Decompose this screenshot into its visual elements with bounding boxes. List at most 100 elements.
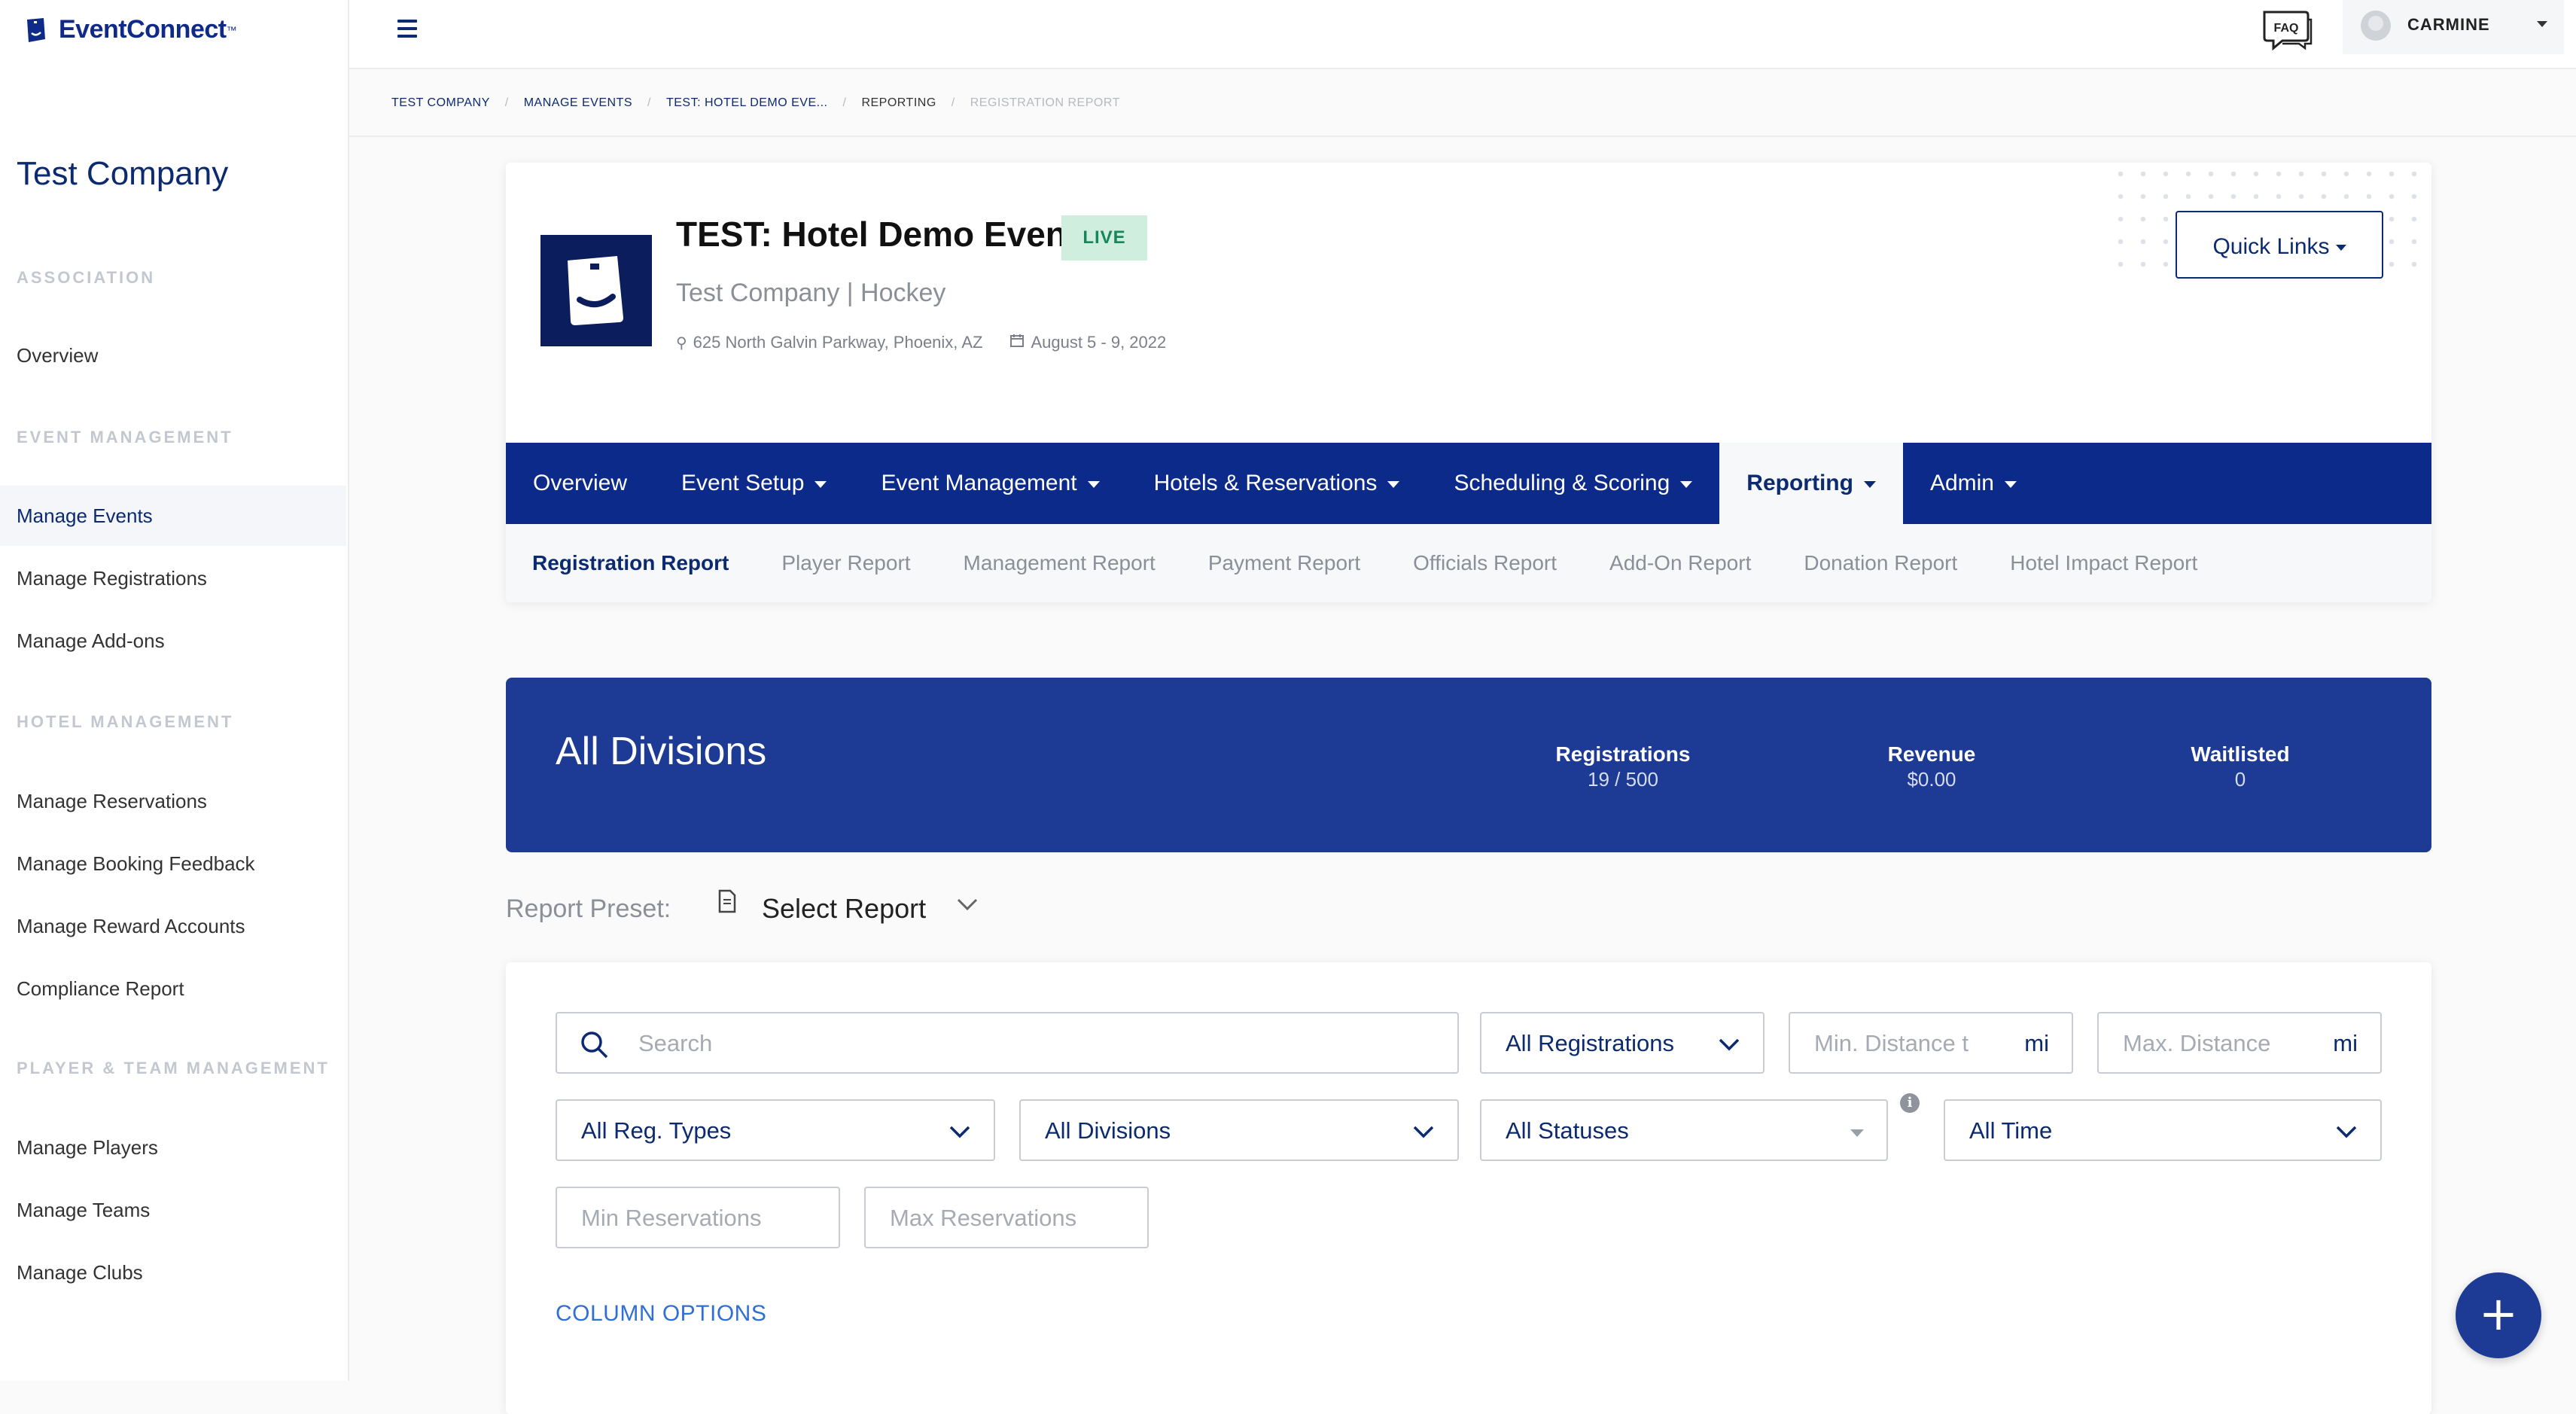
subtab-payment-report[interactable]: Payment Report xyxy=(1182,524,1387,602)
breadcrumb-separator: / xyxy=(647,96,651,109)
tab-event-setup[interactable]: Event Setup xyxy=(654,443,854,524)
sidebar-item-compliance-report[interactable]: Compliance Report xyxy=(0,958,346,1019)
stat-waitlisted: Waitlisted 0 xyxy=(2127,742,2353,791)
tab-label: Reporting xyxy=(1746,471,1853,495)
select-value: All Reg. Types xyxy=(581,1117,732,1144)
subtab-management-report[interactable]: Management Report xyxy=(937,524,1182,602)
stat-value: 0 xyxy=(2234,768,2246,791)
stat-label: Waitlisted xyxy=(2191,742,2290,766)
caret-down-icon xyxy=(1680,480,1693,488)
tab-label: Event Setup xyxy=(681,471,805,495)
caret-down-icon xyxy=(1087,480,1100,488)
event-meta: ⚲ 625 North Galvin Parkway, Phoenix, AZ … xyxy=(676,333,1166,352)
sidebar-item-manage-reservations[interactable]: Manage Reservations xyxy=(0,771,346,831)
caret-down-icon xyxy=(2005,480,2017,488)
distance-unit: mi xyxy=(2333,1030,2358,1056)
registrations-select[interactable]: All Registrations xyxy=(1480,1012,1765,1074)
breadcrumb-manage-events[interactable]: MANAGE EVENTS xyxy=(524,96,632,110)
document-icon xyxy=(718,889,736,913)
breadcrumb-reporting[interactable]: REPORTING xyxy=(861,96,936,110)
sidebar-item-manage-add-ons[interactable]: Manage Add-ons xyxy=(0,611,346,671)
input-placeholder: Max Reservations xyxy=(890,1205,1077,1231)
breadcrumb-test-company[interactable]: TEST COMPANY xyxy=(391,96,490,110)
filters-card: Search All Registrations Min. Distance t… xyxy=(506,962,2431,1414)
tab-admin[interactable]: Admin xyxy=(1903,443,2044,524)
caret-down-icon xyxy=(2335,245,2346,251)
tab-event-management[interactable]: Event Management xyxy=(854,443,1126,524)
avatar xyxy=(2361,11,2391,41)
input-placeholder: Min Reservations xyxy=(581,1205,762,1231)
distance-unit: mi xyxy=(2024,1030,2049,1056)
select-value: All Statuses xyxy=(1506,1117,1629,1144)
faq-icon[interactable]: FAQ xyxy=(2260,8,2314,51)
column-options-link[interactable]: COLUMN OPTIONS xyxy=(556,1301,766,1327)
select-value: All Registrations xyxy=(1506,1030,1674,1056)
divisions-select[interactable]: All Divisions xyxy=(1019,1099,1459,1161)
tab-scheduling-scoring[interactable]: Scheduling & Scoring xyxy=(1427,443,1719,524)
reg-types-select[interactable]: All Reg. Types xyxy=(556,1099,995,1161)
faq-label: FAQ xyxy=(2274,22,2299,35)
calendar-icon xyxy=(1009,333,1025,352)
input-placeholder: Max. Distance xyxy=(2123,1030,2271,1056)
max-reservations-input[interactable]: Max Reservations xyxy=(864,1187,1149,1248)
chevron-down-icon xyxy=(2336,1126,2357,1138)
section-event-management: EVENT MANAGEMENT xyxy=(17,428,233,446)
max-distance-input[interactable]: Max. Distance mi xyxy=(2097,1012,2382,1074)
event-header-card: TEST: Hotel Demo Event LIVE Test Company… xyxy=(506,163,2431,602)
chevron-down-icon[interactable] xyxy=(956,896,979,913)
min-distance-input[interactable]: Min. Distance t mi xyxy=(1789,1012,2073,1074)
subtab-player-report[interactable]: Player Report xyxy=(755,524,936,602)
sidebar-item-manage-teams[interactable]: Manage Teams xyxy=(0,1180,346,1240)
user-menu[interactable]: CARMINE xyxy=(2343,0,2564,54)
status-badge: LIVE xyxy=(1061,215,1147,261)
sidebar-item-manage-clubs[interactable]: Manage Clubs xyxy=(0,1242,346,1303)
stat-value: 19 / 500 xyxy=(1588,768,1658,791)
tab-label: Admin xyxy=(1929,471,1994,495)
tab-label: Overview xyxy=(533,471,628,495)
company-name: Test Company xyxy=(17,155,229,192)
tab-label: Hotels & Reservations xyxy=(1153,471,1378,495)
info-icon[interactable]: i xyxy=(1900,1093,1920,1113)
chevron-down-icon xyxy=(1413,1126,1434,1138)
caret-down-icon xyxy=(1850,1129,1864,1137)
sidebar-item-overview[interactable]: Overview xyxy=(0,325,346,385)
tab-label: Event Management xyxy=(881,471,1077,495)
section-association: ASSOCIATION xyxy=(17,268,156,287)
statuses-select[interactable]: All Statuses xyxy=(1480,1099,1888,1161)
sidebar-item-manage-events[interactable]: Manage Events xyxy=(0,486,346,546)
chevron-down-icon xyxy=(949,1126,970,1138)
hamburger-menu-icon[interactable] xyxy=(397,20,417,42)
brand-logo[interactable]: EventConnect ™ xyxy=(24,15,237,44)
tab-reporting[interactable]: Reporting xyxy=(1719,443,1903,524)
user-name: CARMINE xyxy=(2407,15,2490,34)
search-input[interactable]: Search xyxy=(556,1012,1459,1074)
sidebar-item-manage-booking-feedback[interactable]: Manage Booking Feedback xyxy=(0,833,346,894)
subtab-donation-report[interactable]: Donation Report xyxy=(1777,524,1984,602)
caret-down-icon xyxy=(1387,480,1400,488)
caret-down-icon xyxy=(1863,480,1876,488)
breadcrumb: TEST COMPANY / MANAGE EVENTS / TEST: HOT… xyxy=(349,69,2576,137)
sidebar: EventConnect ™ Test Company ASSOCIATION O… xyxy=(0,0,349,1381)
chevron-down-icon xyxy=(1719,1038,1740,1051)
add-fab-button[interactable]: + xyxy=(2456,1272,2541,1358)
tab-hotels-reservations[interactable]: Hotels & Reservations xyxy=(1127,443,1427,524)
sidebar-item-manage-reward-accounts[interactable]: Manage Reward Accounts xyxy=(0,896,346,956)
tab-overview[interactable]: Overview xyxy=(506,443,654,524)
tab-label: Scheduling & Scoring xyxy=(1454,471,1670,495)
subtab-officials-report[interactable]: Officials Report xyxy=(1387,524,1583,602)
search-icon xyxy=(581,1032,608,1059)
subtab-add-on-report[interactable]: Add-On Report xyxy=(1583,524,1777,602)
brand-tm: ™ xyxy=(226,23,237,36)
quick-links-button[interactable]: Quick Links xyxy=(2176,211,2383,279)
min-reservations-input[interactable]: Min Reservations xyxy=(556,1187,840,1248)
subtab-registration-report[interactable]: Registration Report xyxy=(506,524,755,602)
select-value: All Time xyxy=(1969,1117,2053,1144)
sidebar-item-manage-registrations[interactable]: Manage Registrations xyxy=(0,548,346,608)
report-preset-select[interactable]: Select Report xyxy=(762,893,926,925)
subtab-hotel-impact-report[interactable]: Hotel Impact Report xyxy=(1984,524,2224,602)
sidebar-item-manage-players[interactable]: Manage Players xyxy=(0,1117,346,1178)
breadcrumb-separator: / xyxy=(504,96,509,109)
time-select[interactable]: All Time xyxy=(1944,1099,2382,1161)
quick-links-label: Quick Links xyxy=(2212,234,2330,259)
breadcrumb-event[interactable]: TEST: HOTEL DEMO EVE... xyxy=(666,96,828,110)
